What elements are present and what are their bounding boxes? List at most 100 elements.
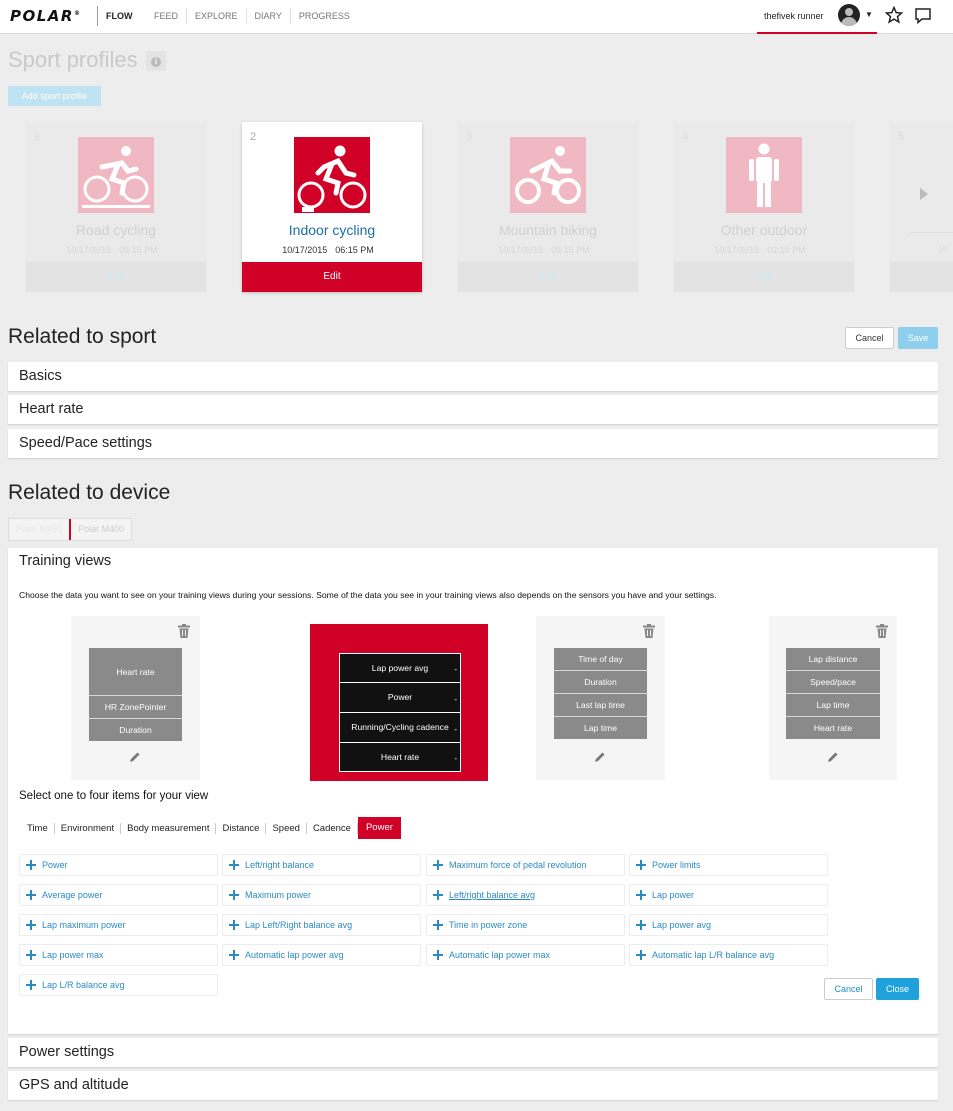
training-view-4[interactable]: Lap distance Speed/pace Lap time Heart r… bbox=[769, 616, 897, 780]
view-cell[interactable]: Time of day bbox=[554, 648, 647, 671]
category-tab-time[interactable]: Time bbox=[20, 822, 55, 834]
pencil-icon[interactable] bbox=[594, 751, 606, 763]
profile-date: 10/17/2015 02:10 PM bbox=[714, 245, 806, 255]
view-cell[interactable]: Speed/pace bbox=[786, 671, 880, 694]
device-tabs: Polar M450 Polar M400 bbox=[8, 518, 133, 541]
panel-speed-pace[interactable]: Speed/Pace settings bbox=[8, 429, 938, 458]
star-icon[interactable] bbox=[885, 6, 903, 24]
views-close-button[interactable]: Close bbox=[876, 978, 919, 1000]
data-item-average-power[interactable]: Average power bbox=[19, 884, 218, 906]
data-item-lap-lr-balance-avg[interactable]: Lap Left/Right balance avg bbox=[222, 914, 421, 936]
training-view-1[interactable]: Heart rate HR ZonePointer Duration bbox=[71, 616, 200, 780]
plus-icon bbox=[25, 859, 37, 871]
view-cell[interactable]: Duration bbox=[89, 719, 182, 741]
nav-link-explore[interactable]: EXPLORE bbox=[187, 9, 247, 23]
profile-edit-button[interactable] bbox=[890, 262, 953, 292]
data-item-lap-lr-balance-avg-2[interactable]: Lap L/R balance avg bbox=[19, 974, 218, 996]
sport-cancel-button[interactable]: Cancel bbox=[845, 327, 894, 349]
category-tab-body-measurement[interactable]: Body measurement bbox=[121, 822, 217, 834]
data-item-lap-power-avg[interactable]: Lap power avg bbox=[629, 914, 828, 936]
select-items-title: Select one to four items for your view bbox=[19, 790, 209, 802]
category-tab-speed[interactable]: Speed bbox=[266, 822, 307, 834]
pencil-icon[interactable] bbox=[129, 751, 141, 763]
data-item-lap-power-max[interactable]: Lap power max bbox=[19, 944, 218, 966]
trash-icon[interactable] bbox=[178, 624, 190, 638]
profile-number: 2 bbox=[250, 131, 257, 143]
flow-product-label[interactable]: FLOW bbox=[97, 6, 133, 26]
panel-basics[interactable]: Basics bbox=[8, 362, 938, 391]
user-menu[interactable]: thefivek runner ▼ bbox=[757, 0, 877, 34]
profile-edit-button[interactable]: Edit bbox=[26, 262, 206, 292]
view-cell[interactable]: Heart rate bbox=[89, 648, 182, 696]
profile-number: 5 bbox=[898, 131, 905, 143]
profile-card-road-cycling[interactable]: 1 Road cycling 10/17/2015 06:15 PM Edit bbox=[26, 122, 206, 292]
view-cell[interactable]: Lap time bbox=[554, 717, 647, 739]
plus-icon bbox=[228, 859, 240, 871]
training-view-2-selected[interactable]: Lap power avg - Power - Running/Cycling ca… bbox=[310, 624, 488, 781]
trash-icon[interactable] bbox=[876, 624, 888, 638]
data-item-auto-lap-power-avg[interactable]: Automatic lap power avg bbox=[222, 944, 421, 966]
category-tab-cadence[interactable]: Cadence bbox=[307, 822, 358, 834]
next-arrow-icon[interactable] bbox=[920, 188, 928, 200]
profile-edit-button[interactable]: Edit bbox=[242, 262, 422, 292]
plus-icon bbox=[25, 949, 37, 961]
data-item-power-limits[interactable]: Power limits bbox=[629, 854, 828, 876]
device-tab-m400[interactable]: Polar M400 bbox=[71, 519, 131, 540]
category-tab-power[interactable]: Power bbox=[357, 817, 401, 839]
mountain-biking-icon bbox=[510, 137, 586, 213]
view-cell[interactable]: Lap distance bbox=[786, 648, 880, 671]
nav-link-progress[interactable]: PROGRESS bbox=[291, 9, 358, 23]
data-item-auto-lap-power-max[interactable]: Automatic lap power max bbox=[426, 944, 625, 966]
profile-card-indoor-cycling[interactable]: 2 Indoor cycling 10/17/2015 06:15 PM Edit bbox=[242, 122, 422, 292]
nav-link-diary[interactable]: DIARY bbox=[247, 9, 291, 23]
profile-edit-button[interactable]: Edit bbox=[458, 262, 638, 292]
data-item-power[interactable]: Power bbox=[19, 854, 218, 876]
message-icon[interactable] bbox=[914, 7, 932, 25]
view-cell[interactable]: Power - bbox=[339, 683, 461, 713]
device-tab-m450[interactable]: Polar M450 bbox=[9, 519, 72, 540]
panel-label: Heart rate bbox=[19, 401, 84, 417]
view-cell[interactable]: Heart rate bbox=[786, 717, 880, 739]
profile-name: Road cycling bbox=[75, 222, 157, 238]
data-item-max-force-pedal[interactable]: Maximum force of pedal revolution bbox=[426, 854, 625, 876]
data-item-auto-lap-lr-balance-avg[interactable]: Automatic lap L/R balance avg bbox=[629, 944, 828, 966]
profile-edit-button[interactable]: Edit bbox=[674, 262, 854, 292]
polar-logo[interactable]: POLAR® bbox=[10, 7, 81, 25]
trash-icon[interactable] bbox=[643, 624, 655, 638]
data-item-lap-power[interactable]: Lap power bbox=[629, 884, 828, 906]
data-item-lap-maximum-power[interactable]: Lap maximum power bbox=[19, 914, 218, 936]
view-cell[interactable]: Lap power avg - bbox=[339, 653, 461, 683]
profile-number: 1 bbox=[34, 131, 41, 143]
category-tab-environment[interactable]: Environment bbox=[55, 822, 122, 834]
panel-gps-altitude[interactable]: GPS and altitude bbox=[8, 1071, 938, 1100]
main-nav-links: FEED EXPLORE DIARY PROGRESS bbox=[146, 9, 358, 23]
nav-link-feed[interactable]: FEED bbox=[146, 9, 188, 23]
top-navigation: POLAR® FLOW FEED EXPLORE DIARY PROGRESS … bbox=[0, 0, 953, 34]
category-tab-distance[interactable]: Distance bbox=[216, 822, 267, 834]
view-cell[interactable]: Duration bbox=[554, 671, 647, 694]
profile-card-mountain-biking[interactable]: 3 Mountain biking 10/17/2015 06:15 PM Edi… bbox=[458, 122, 638, 292]
user-name: thefivek runner bbox=[764, 11, 824, 21]
profile-card-partial[interactable]: 5 10 bbox=[890, 122, 953, 292]
pencil-icon[interactable] bbox=[827, 751, 839, 763]
profile-card-other-outdoor[interactable]: 4 Other outdoor 10/17/2015 02:10 PM Edit bbox=[674, 122, 854, 292]
data-item-left-right-balance[interactable]: Left/right balance bbox=[222, 854, 421, 876]
panel-heart-rate[interactable]: Heart rate bbox=[8, 395, 938, 424]
data-item-maximum-power[interactable]: Maximum power bbox=[222, 884, 421, 906]
panel-label: Basics bbox=[19, 368, 62, 384]
panel-power-settings[interactable]: Power settings bbox=[8, 1038, 938, 1067]
info-icon[interactable]: i bbox=[146, 51, 166, 71]
training-view-3[interactable]: Time of day Duration Last lap time Lap t… bbox=[536, 616, 665, 780]
add-sport-profile-button[interactable]: Add sport profile bbox=[8, 86, 101, 106]
profile-date: 10 bbox=[938, 244, 949, 254]
data-item-time-in-power-zone[interactable]: Time in power zone bbox=[426, 914, 625, 936]
sport-save-button[interactable]: Save bbox=[898, 327, 938, 349]
plus-icon bbox=[25, 919, 37, 931]
view-cell[interactable]: Heart rate - bbox=[339, 743, 461, 772]
view-cell[interactable]: Lap time bbox=[786, 694, 880, 717]
view-cell[interactable]: Running/Cycling cadence - bbox=[339, 713, 461, 743]
view-cell[interactable]: HR ZonePointer bbox=[89, 696, 182, 719]
view-cell[interactable]: Last lap time bbox=[554, 694, 647, 717]
views-cancel-button[interactable]: Cancel bbox=[824, 978, 873, 1000]
data-item-left-right-balance-avg[interactable]: Left/right balance avg bbox=[426, 884, 625, 906]
